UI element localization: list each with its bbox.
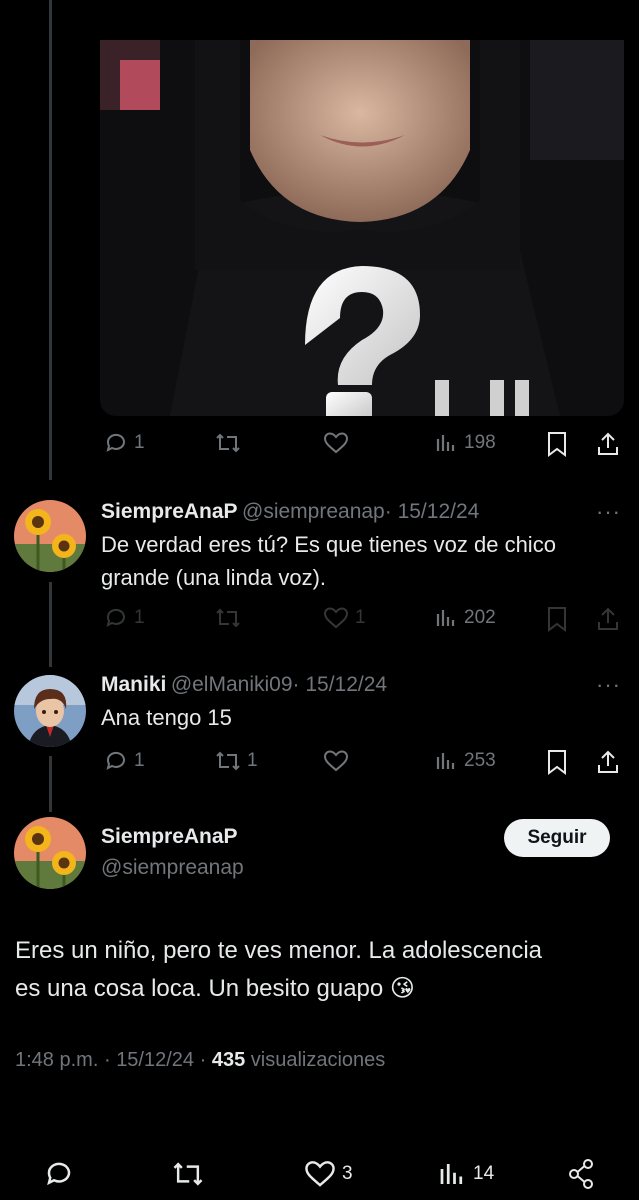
reply1-reply-count: 1 [134, 607, 145, 628]
bookmark-icon [548, 607, 566, 632]
thread-line-mid [49, 582, 52, 667]
reply-action[interactable]: 1 [104, 431, 145, 455]
share-icon [598, 432, 618, 455]
reply1-views-action[interactable]: 202 [434, 606, 496, 630]
views-label: visualizaciones [250, 1049, 386, 1071]
kiss-emoji-icon: 😘 [389, 975, 415, 1002]
reply-count: 1 [134, 432, 145, 453]
reply2-reply-count: 1 [134, 750, 145, 771]
reply2-bookmark-action[interactable] [546, 749, 568, 775]
views-icon [436, 753, 455, 769]
share-icon [598, 607, 618, 630]
reply2-repost-count: 1 [247, 750, 258, 771]
bookmark-icon [548, 432, 566, 457]
reply2-more-button[interactable]: ··· [596, 672, 621, 698]
share-action[interactable] [596, 431, 620, 457]
reply1-display-name[interactable]: SiempreAnaP [101, 500, 238, 523]
reply2-header: Maniki @elManiki09· 15/12/24 [101, 673, 387, 697]
bookmark-icon [548, 750, 566, 775]
reply-icon [106, 751, 125, 770]
reply-icon [106, 608, 125, 627]
reply2-views-action[interactable]: 253 [434, 749, 496, 773]
avatar-siempreanap-main[interactable] [14, 817, 86, 889]
reply1-like-action[interactable]: 1 [323, 606, 366, 630]
reply-icon [106, 433, 125, 452]
repost-icon [173, 1162, 203, 1186]
reply1-bookmark-action[interactable] [546, 606, 568, 632]
reply2-share-action[interactable] [596, 749, 620, 775]
share-icon [598, 750, 618, 773]
reply2-handle[interactable]: @elManiki09 [171, 673, 293, 696]
repost-icon [216, 433, 240, 453]
reply1-views-count: 202 [464, 607, 496, 628]
follow-button[interactable]: Seguir [504, 819, 610, 857]
post-media-image[interactable] [100, 40, 624, 416]
bookmark-action[interactable] [546, 431, 568, 457]
bottom-repost-action[interactable] [172, 1159, 204, 1189]
views-icon [436, 610, 455, 626]
reply2-text: Ana tengo 15 [101, 705, 232, 730]
bottom-views-action[interactable]: 14 [437, 1159, 494, 1189]
share-network-icon [569, 1159, 593, 1189]
reply2-date[interactable]: · 15/12/24 [293, 673, 388, 696]
views-icon [436, 435, 455, 451]
main-text-line2: es una cosa loca. Un besito guapo 😘 [15, 970, 415, 1008]
bottom-like-count: 3 [342, 1163, 353, 1184]
reply1-more-button[interactable]: ··· [596, 499, 621, 525]
views-icon [440, 1164, 463, 1184]
bottom-share-action[interactable] [566, 1158, 596, 1190]
views-action[interactable]: 198 [434, 431, 496, 455]
reply2-like-action[interactable] [323, 749, 349, 773]
avatar-maniki[interactable] [14, 675, 86, 747]
thread-line-top [49, 0, 52, 480]
reply-icon [47, 1162, 71, 1186]
main-handle[interactable]: @siempreanap [101, 856, 244, 880]
views-count: 198 [464, 432, 496, 453]
reply1-repost-action[interactable] [215, 606, 241, 630]
reply1-text-line1: De verdad eres tú? Es que tienes voz de … [101, 532, 556, 557]
post-date[interactable]: 15/12/24 [116, 1049, 194, 1071]
repost-action[interactable] [215, 431, 241, 455]
like-action[interactable] [323, 431, 349, 455]
meta-separator-1: · [103, 1049, 111, 1071]
bottom-reply-action[interactable] [44, 1159, 74, 1189]
bottom-views-count: 14 [473, 1163, 495, 1184]
heart-icon [323, 750, 349, 772]
main-text-line1: Eres un niño, pero te ves menor. La adol… [15, 937, 542, 964]
reply1-date[interactable]: · 15/12/24 [385, 500, 480, 523]
repost-icon [216, 608, 240, 628]
post-time[interactable]: 1:48 p.m. [15, 1049, 98, 1071]
repost-icon [216, 751, 240, 771]
heart-icon [323, 607, 349, 629]
avatar-siempreanap[interactable] [14, 500, 86, 572]
main-text-line2-words: es una cosa loca. Un besito guapo [15, 975, 384, 1002]
heart-icon [323, 432, 349, 454]
reply1-reply-action[interactable]: 1 [104, 606, 145, 630]
reply1-handle[interactable]: @siempreanap [242, 500, 385, 523]
reply1-like-count: 1 [355, 607, 366, 628]
reply2-display-name[interactable]: Maniki [101, 673, 166, 696]
bottom-like-action[interactable]: 3 [304, 1159, 353, 1189]
reply1-text-line2: grande (una linda voz). [101, 565, 327, 590]
views-total[interactable]: 435 [212, 1049, 245, 1071]
post-meta: 1:48 p.m. · 15/12/24 · 435 visualizacion… [15, 1049, 385, 1072]
main-display-name[interactable]: SiempreAnaP [101, 825, 238, 849]
reply2-reply-action[interactable]: 1 [104, 749, 145, 773]
thread-line-bottom [49, 756, 52, 812]
reply1-header: SiempreAnaP @siempreanap· 15/12/24 [101, 500, 479, 524]
reply2-views-count: 253 [464, 750, 496, 771]
reply2-repost-action[interactable]: 1 [215, 749, 258, 773]
heart-icon [305, 1161, 335, 1187]
reply1-share-action[interactable] [596, 606, 620, 632]
meta-separator-2: · [199, 1049, 207, 1071]
